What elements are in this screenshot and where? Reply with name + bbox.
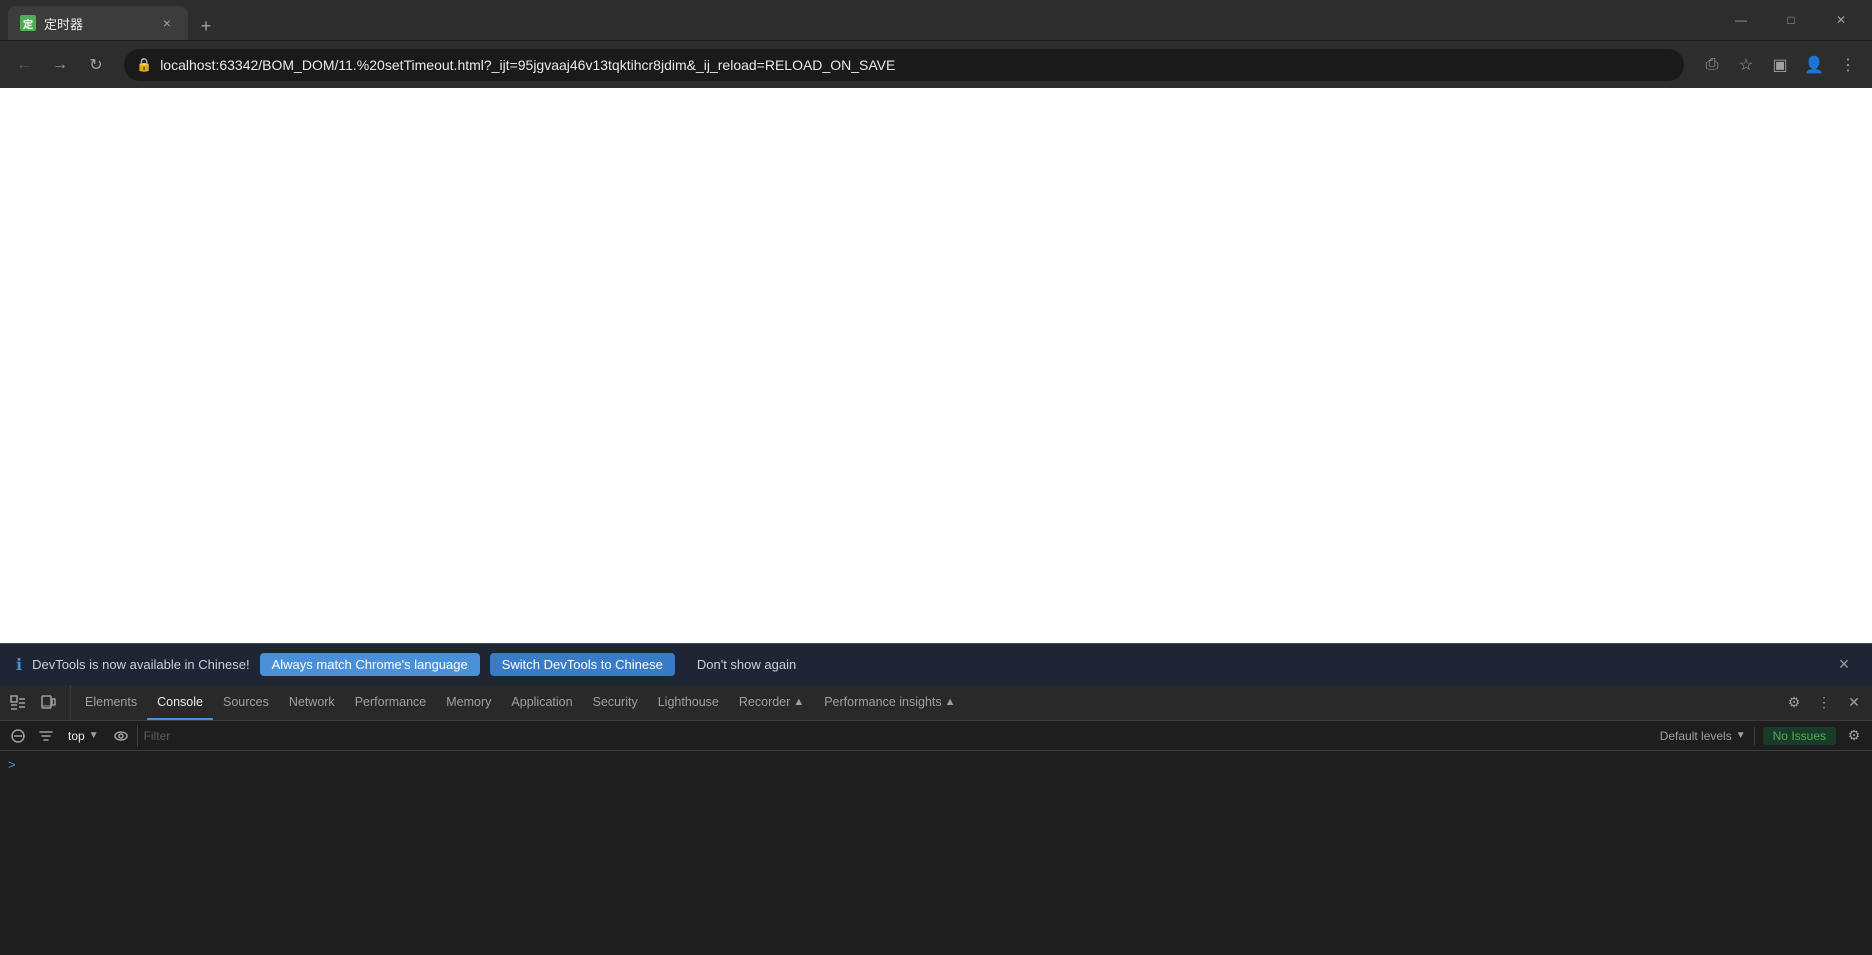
forward-button[interactable]: →: [44, 49, 76, 81]
tab-lighthouse[interactable]: Lighthouse: [648, 685, 729, 720]
clear-console-button[interactable]: [6, 724, 30, 748]
always-match-language-button[interactable]: Always match Chrome's language: [260, 653, 480, 676]
devtools-close-button[interactable]: ✕: [1840, 689, 1868, 717]
tab-performance-insights[interactable]: Performance insights ▲: [814, 685, 965, 720]
eye-button[interactable]: [109, 724, 133, 748]
console-toolbar: top ▼ Default levels ▼ No Issues ⚙: [0, 721, 1872, 751]
devtools-panel: Elements Console Sources Network Perform…: [0, 685, 1872, 955]
lock-icon: 🔒: [136, 57, 152, 73]
close-window-button[interactable]: ✕: [1818, 4, 1864, 36]
context-selector[interactable]: top ▼: [62, 727, 105, 745]
tab-console[interactable]: Console: [147, 685, 213, 720]
title-bar: 定 定时器 × + — □ ✕: [0, 0, 1872, 40]
context-dropdown-icon: ▼: [89, 730, 99, 741]
console-prompt-line: >: [0, 751, 1872, 778]
address-bar[interactable]: 🔒 localhost:63342/BOM_DOM/11.%20setTimeo…: [124, 49, 1684, 81]
active-tab[interactable]: 定 定时器 ×: [8, 6, 188, 40]
tab-recorder[interactable]: Recorder ▲: [729, 685, 814, 720]
device-toolbar-button[interactable]: [34, 689, 62, 717]
account-button[interactable]: 👤: [1798, 49, 1830, 81]
tab-application[interactable]: Application: [501, 685, 582, 720]
tab-performance[interactable]: Performance: [345, 685, 437, 720]
share-button[interactable]: ⎙: [1696, 49, 1728, 81]
dont-show-again-button[interactable]: Don't show again: [685, 653, 808, 676]
levels-selector[interactable]: Default levels ▼: [1652, 727, 1755, 745]
devtools-banner: ℹ DevTools is now available in Chinese! …: [0, 643, 1872, 685]
minimize-button[interactable]: —: [1718, 4, 1764, 36]
inspect-element-button[interactable]: [4, 689, 32, 717]
banner-close-button[interactable]: ×: [1832, 653, 1856, 677]
levels-label: Default levels: [1660, 729, 1732, 743]
tab-close-button[interactable]: ×: [158, 14, 176, 32]
tab-security[interactable]: Security: [583, 685, 648, 720]
console-body: >: [0, 751, 1872, 955]
banner-message: DevTools is now available in Chinese!: [32, 657, 250, 672]
navigation-bar: ← → ↻ 🔒 localhost:63342/BOM_DOM/11.%20se…: [0, 40, 1872, 88]
no-issues-badge: No Issues: [1763, 727, 1836, 745]
tab-memory[interactable]: Memory: [436, 685, 501, 720]
banner-info-icon: ℹ: [16, 655, 22, 675]
tab-favicon: 定: [20, 15, 36, 31]
filter-icon-button[interactable]: [34, 724, 58, 748]
devtools-tab-bar: Elements Console Sources Network Perform…: [0, 685, 1872, 721]
context-label: top: [68, 729, 85, 743]
devtools-more-button[interactable]: ⋮: [1810, 689, 1838, 717]
bookmark-button[interactable]: ☆: [1730, 49, 1762, 81]
menu-button[interactable]: ⋮: [1832, 49, 1864, 81]
tab-sources[interactable]: Sources: [213, 685, 279, 720]
window-controls: — □ ✕: [1718, 4, 1864, 36]
maximize-button[interactable]: □: [1768, 4, 1814, 36]
filter-input-wrap: [137, 725, 1648, 747]
levels-dropdown-icon: ▼: [1736, 730, 1746, 741]
devtools-settings-button[interactable]: ⚙: [1780, 689, 1808, 717]
webpage-content: [0, 88, 1872, 643]
new-tab-button[interactable]: +: [192, 12, 220, 40]
tab-network[interactable]: Network: [279, 685, 345, 720]
console-settings-button[interactable]: ⚙: [1842, 724, 1866, 748]
switch-to-chinese-button[interactable]: Switch DevTools to Chinese: [490, 653, 675, 676]
tab-elements[interactable]: Elements: [75, 685, 147, 720]
tab-title: 定时器: [44, 14, 150, 33]
filter-input[interactable]: [144, 729, 1648, 743]
reload-button[interactable]: ↻: [80, 49, 112, 81]
url-text: localhost:63342/BOM_DOM/11.%20setTimeout…: [160, 57, 1672, 73]
devtools-right-icons: ⚙ ⋮ ✕: [1780, 685, 1868, 720]
nav-right-icons: ⎙ ☆ ▣ 👤 ⋮: [1696, 49, 1864, 81]
prompt-arrow: >: [8, 757, 16, 772]
devtools-left-icons: [4, 685, 71, 720]
tab-area: 定 定时器 × +: [8, 0, 1714, 40]
back-button[interactable]: ←: [8, 49, 40, 81]
extension-button[interactable]: ▣: [1764, 49, 1796, 81]
